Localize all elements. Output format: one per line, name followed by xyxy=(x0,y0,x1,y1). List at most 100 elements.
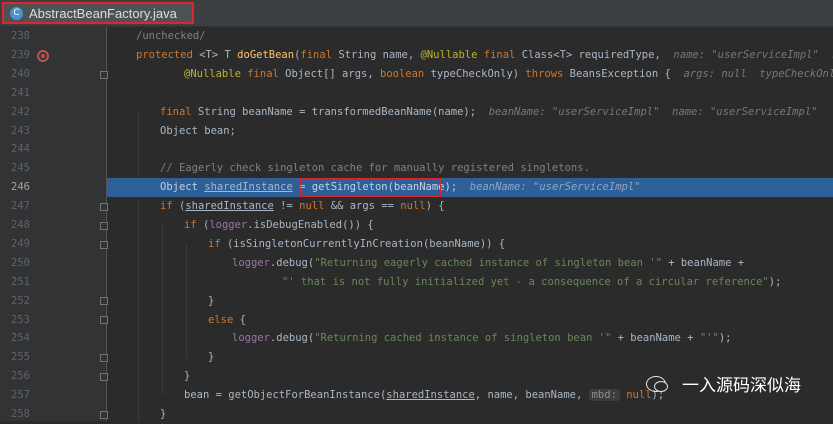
code-comment: // Eagerly check singleton cache for man… xyxy=(160,162,590,175)
code-line-253: 253 else { xyxy=(0,311,833,330)
type-params: <T> T xyxy=(199,48,231,61)
keyword: throws xyxy=(525,67,564,80)
line-number: 254 xyxy=(11,332,30,345)
fold-marker-icon[interactable] xyxy=(100,222,108,230)
debug-hint: args: null typeCheckOnly: fa xyxy=(683,67,833,80)
code-part: bean = getObjectForBeanInstance( xyxy=(184,389,387,402)
tab-bar: C AbstractBeanFactory.java xyxy=(0,0,833,27)
code-line-245: 245 // Eagerly check singleton cache for… xyxy=(0,159,833,178)
highlight-box-getsingleton xyxy=(300,178,441,197)
code-text: if (isSingletonCurrentlyInCreation(beanN… xyxy=(208,235,505,254)
code-part: ( xyxy=(196,219,210,231)
line-number: 258 xyxy=(11,408,30,420)
class-icon: C xyxy=(10,6,23,20)
code-line-242: 242 final String beanName = transformedB… xyxy=(0,103,833,122)
code-part: String beanName = transformedBeanName(na… xyxy=(191,105,477,118)
logger-field: logger xyxy=(232,332,270,345)
line-number: 257 xyxy=(11,389,30,402)
fold-marker-icon[interactable] xyxy=(100,373,108,381)
watermark: 一入源码深似海 xyxy=(646,371,801,396)
annotation: @Nullable xyxy=(184,67,241,80)
line-number: 256 xyxy=(11,370,30,383)
line-number: 244 xyxy=(11,143,30,156)
line-number: 241 xyxy=(11,86,30,99)
keyword: if xyxy=(208,237,221,250)
code-text: if (sharedInstance != null && args == nu… xyxy=(160,197,445,216)
code-part: , name, beanName, xyxy=(474,389,589,402)
code-line-252: 252 } xyxy=(0,292,833,311)
keyword: protected xyxy=(136,48,193,61)
string-literal: "Returning cached instance of singleton … xyxy=(314,332,612,345)
code-line-249: 249 if (isSingletonCurrentlyInCreation(b… xyxy=(0,235,833,254)
line-number: 251 xyxy=(11,275,30,288)
code-line-250: 250 logger.debug("Returning eagerly cach… xyxy=(0,254,833,273)
code-text: /unchecked/ xyxy=(136,30,206,42)
code-line-246-current: Object sharedInstance = getSingleton(bea… xyxy=(107,178,833,198)
fold-marker-icon[interactable] xyxy=(100,354,108,362)
keyword: final xyxy=(300,48,333,61)
keyword: null xyxy=(299,200,325,213)
code-line-244: 244 xyxy=(0,140,833,159)
code-part: { xyxy=(233,313,246,326)
code-part: .debug( xyxy=(269,332,315,345)
keyword: final xyxy=(477,48,516,61)
keyword: if xyxy=(160,200,173,213)
method-name: doGetBean xyxy=(237,48,295,61)
code-part: Class<T> requiredType, xyxy=(515,48,661,61)
fold-marker-icon[interactable] xyxy=(100,316,108,324)
line-number: 249 xyxy=(11,237,30,250)
breakpoint-icon[interactable] xyxy=(37,49,49,62)
debug-hint: beanName: "userServiceImpl" name: "userS… xyxy=(476,105,818,118)
debug-hint: name: "userServiceImpl" requir xyxy=(673,48,833,61)
line-number: 247 xyxy=(11,200,30,213)
keyword: else xyxy=(208,313,234,326)
code-line-254: 254 logger.debug("Returning cached insta… xyxy=(0,329,833,348)
keyword: null xyxy=(400,200,426,213)
code-text: protected <T> T doGetBean(final String n… xyxy=(136,46,833,65)
line-number: 239 xyxy=(11,48,30,61)
annotation: @Nullable xyxy=(420,48,478,61)
code-part: ) { xyxy=(425,200,445,213)
code-part: (isSingletonCurrentlyInCreation(beanName… xyxy=(220,237,506,250)
variable-shared-instance: sharedInstance xyxy=(204,181,293,194)
keyword: final xyxy=(160,105,192,118)
fold-marker-icon[interactable] xyxy=(100,71,108,79)
code-text: } xyxy=(160,408,167,420)
wechat-icon xyxy=(646,375,668,392)
code-text: Object bean; xyxy=(160,124,236,137)
variable-shared-instance: sharedInstance xyxy=(185,200,274,213)
line-number: 242 xyxy=(11,105,30,118)
code-editor[interactable]: 238 /unchecked/ 239 protected <T> T doGe… xyxy=(0,27,833,421)
fold-marker-icon[interactable] xyxy=(100,297,108,305)
fold-marker-icon[interactable] xyxy=(100,411,108,419)
code-part: ( xyxy=(172,200,186,213)
code-part: + beanName + xyxy=(661,256,745,269)
line-number: 255 xyxy=(11,351,30,364)
code-text: else { xyxy=(208,311,246,330)
watermark-text: 一入源码深似海 xyxy=(682,376,801,396)
line-number: 253 xyxy=(11,313,30,326)
code-part: + beanName + xyxy=(611,332,700,345)
code-text: if (logger.isDebugEnabled()) { xyxy=(184,216,374,235)
line-number: 243 xyxy=(11,124,30,137)
code-text: } xyxy=(208,294,215,307)
code-part: .debug( xyxy=(269,256,315,269)
code-part: BeansException { xyxy=(563,67,671,80)
string-literal: "'" xyxy=(699,332,719,345)
debug-hint: beanName: "userServiceImpl" xyxy=(457,181,641,194)
code-text: "' that is not fully initialized yet - a… xyxy=(282,273,781,292)
code-line-251: 251 "' that is not fully initialized yet… xyxy=(0,273,833,292)
code-part: String name, xyxy=(332,48,421,61)
gutter-current: 246 xyxy=(0,178,107,197)
fold-marker-icon[interactable] xyxy=(100,241,108,249)
code-text: final String beanName = transformedBeanN… xyxy=(160,103,817,122)
keyword: final xyxy=(240,67,279,80)
tab-abstractbeanfactory[interactable]: C AbstractBeanFactory.java xyxy=(2,2,194,24)
fold-marker-icon[interactable] xyxy=(100,203,108,211)
logger-field: logger xyxy=(209,219,248,231)
code-line-247: 247 if (sharedInstance != null && args =… xyxy=(0,197,833,216)
string-literal: "' that is not fully initialized yet - a… xyxy=(282,275,769,288)
code-text: } xyxy=(208,351,215,364)
code-text: } xyxy=(184,370,191,383)
keyword: boolean xyxy=(380,67,425,80)
